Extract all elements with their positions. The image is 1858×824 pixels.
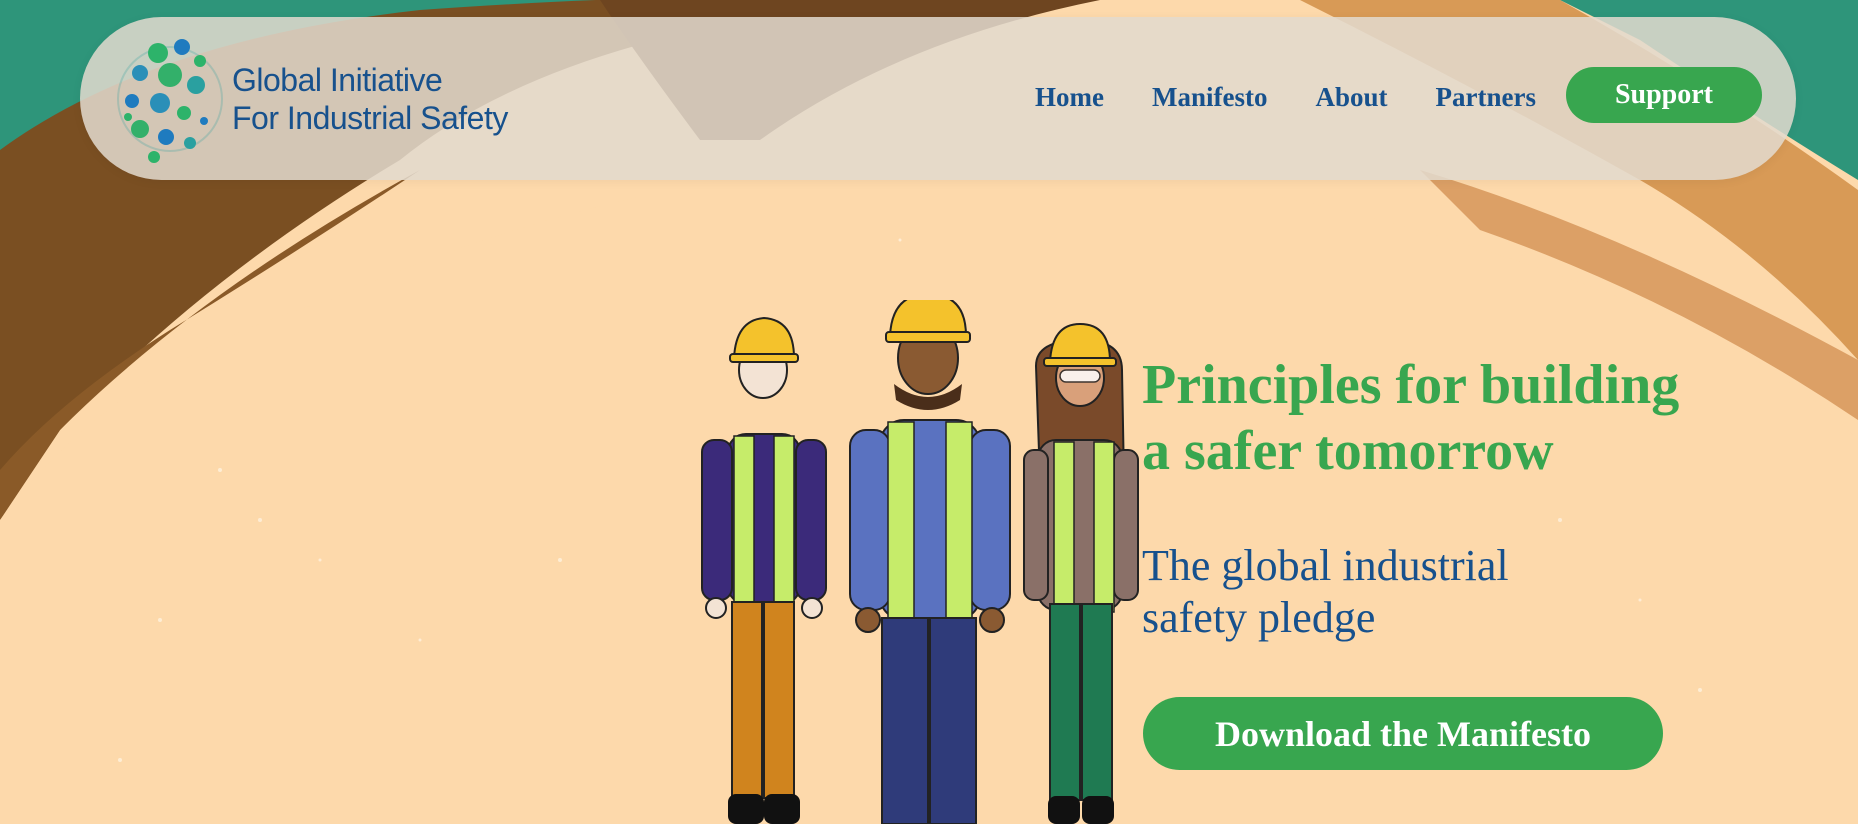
nav-partners[interactable]: Partners bbox=[1436, 77, 1536, 117]
worker-right bbox=[1023, 322, 1139, 824]
top-navbar: Global Initiative For Industrial Safety … bbox=[80, 17, 1796, 180]
worker-left bbox=[701, 316, 827, 824]
hero-subtitle-line1: The global industrial bbox=[1142, 541, 1509, 590]
nav-manifesto[interactable]: Manifesto bbox=[1152, 77, 1267, 117]
workers-illustration bbox=[701, 300, 1139, 824]
brand-name-line1: Global Initiative bbox=[232, 62, 443, 98]
hero-title-line1: Principles for building bbox=[1142, 354, 1680, 416]
nav-home[interactable]: Home bbox=[1035, 77, 1104, 117]
brand-name-line2: For Industrial Safety bbox=[232, 100, 508, 136]
hero-title: Principles for building a safer tomorrow bbox=[1142, 352, 1842, 484]
main-nav: Home Manifesto About Partners bbox=[1035, 77, 1536, 117]
brand-logo[interactable]: Global Initiative For Industrial Safety bbox=[110, 25, 550, 173]
brand-name: Global Initiative For Industrial Safety bbox=[232, 61, 508, 137]
nav-about[interactable]: About bbox=[1316, 77, 1388, 117]
support-button[interactable]: Support bbox=[1566, 67, 1762, 123]
globe-logo-icon bbox=[117, 39, 223, 163]
worker-center bbox=[849, 300, 1011, 824]
hero-subtitle-line2: safety pledge bbox=[1142, 593, 1376, 642]
hero-subtitle: The global industrial safety pledge bbox=[1142, 540, 1742, 644]
hero-title-line2: a safer tomorrow bbox=[1142, 420, 1554, 482]
download-manifesto-button[interactable]: Download the Manifesto bbox=[1143, 697, 1663, 770]
